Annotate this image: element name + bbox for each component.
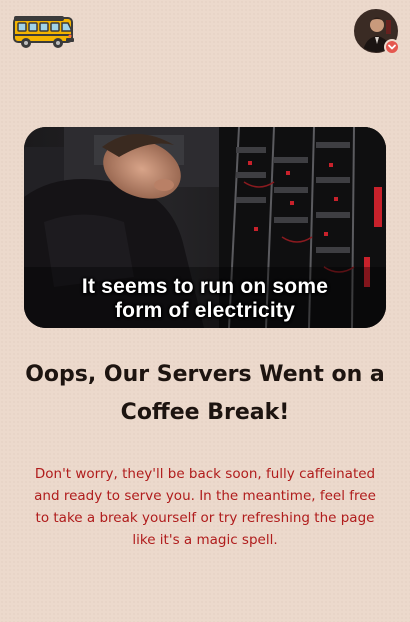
account-menu-badge[interactable]: [384, 39, 400, 55]
gif-caption: It seems to run on some form of electric…: [24, 275, 386, 323]
error-title-line-2: Coffee Break!: [120, 400, 290, 425]
gif-caption-line-2: form of electricity: [114, 299, 295, 322]
gif-caption-line-1: It seems to run on some: [81, 275, 329, 298]
error-title-line-1: Oops, Our Servers Went on a: [25, 362, 385, 387]
user-avatar-button[interactable]: [354, 9, 400, 55]
school-bus-icon: [13, 16, 74, 48]
error-description: Don't worry, they'll be back soon, fully…: [34, 466, 376, 548]
error-gif: It seems to run on some form of electric…: [24, 127, 386, 328]
chevron-down-icon: [388, 44, 396, 50]
home-logo-link[interactable]: [12, 12, 76, 52]
error-title: Oops, Our Servers Went on a Coffee Break…: [16, 356, 394, 432]
